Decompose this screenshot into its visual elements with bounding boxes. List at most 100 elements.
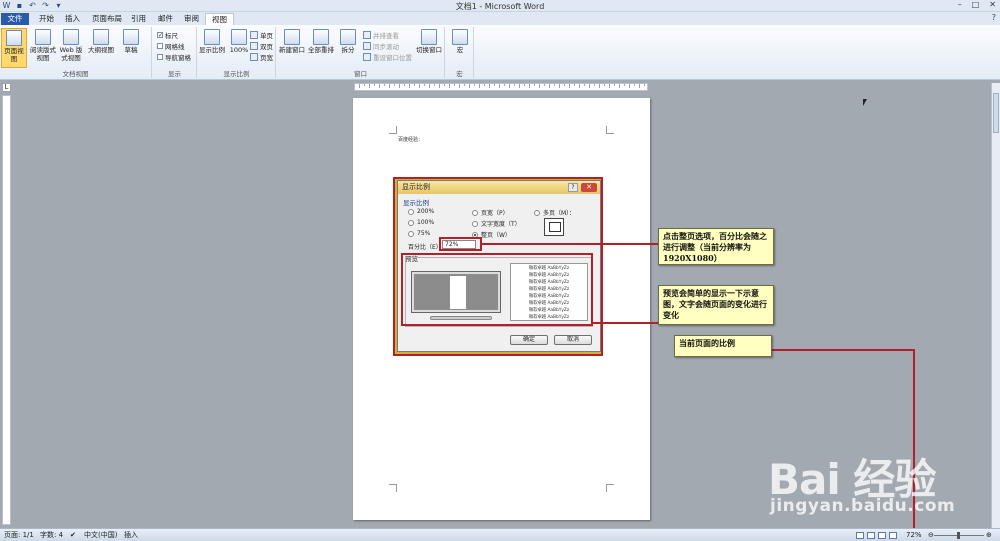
zoom-100-button[interactable]: 100%: [226, 28, 252, 54]
ruler-tick: [389, 84, 390, 88]
ruler-tick: [559, 84, 560, 88]
tab-file[interactable]: 文件: [1, 13, 29, 25]
crop-mark: [606, 484, 614, 492]
ruler-tick: [639, 84, 640, 88]
ruler-tick: [644, 84, 645, 86]
ribbon: 页面视图 阅读版式视图 Web 版式视图 大纲视图 草稿 文档视图 ✓ 标尺 网格…: [0, 25, 1000, 80]
word-count[interactable]: 字数: 4: [40, 529, 63, 541]
navigation-pane-checkbox[interactable]: 导航窗格: [157, 52, 191, 62]
ruler-tick: [429, 84, 430, 88]
vertical-scrollbar[interactable]: [991, 83, 1000, 528]
two-pages-button[interactable]: 双页: [250, 41, 273, 51]
tab-selector[interactable]: L: [2, 83, 11, 92]
ruler-tick: [519, 84, 520, 88]
ruler-tick: [569, 84, 570, 88]
outline-icon: [93, 29, 109, 45]
globe-icon: [63, 29, 79, 45]
watermark-url: jingyan.baidu.com: [770, 496, 956, 516]
one-page-button[interactable]: 单页: [250, 30, 273, 40]
outline-button[interactable]: 大纲视图: [88, 28, 114, 54]
reading-view-icon[interactable]: [867, 532, 875, 539]
reset-window-position-button[interactable]: 重设窗口位置: [363, 52, 412, 62]
magnifier-icon: [204, 29, 220, 45]
ruler-tick: [554, 84, 555, 86]
zoom-button[interactable]: 显示比例: [199, 28, 225, 54]
outline-view-icon[interactable]: [889, 532, 897, 539]
switch-windows-button[interactable]: 切换窗口: [415, 28, 443, 54]
tab-review[interactable]: 审阅: [178, 13, 205, 25]
help-icon[interactable]: ?: [992, 13, 996, 22]
close-button[interactable]: ✕: [989, 0, 996, 9]
synchronous-scrolling-button[interactable]: 同步滚动: [363, 41, 399, 51]
zoom-level[interactable]: 72%: [906, 529, 922, 541]
print-layout-icon: [6, 30, 22, 46]
zoom-out-icon[interactable]: ⊖: [928, 529, 934, 541]
tab-home[interactable]: 开始: [33, 13, 60, 25]
reading-layout-icon: [35, 29, 51, 45]
ruler-tick: [469, 84, 470, 88]
tab-view[interactable]: 视图: [205, 13, 234, 25]
tab-page-layout[interactable]: 页面布局: [86, 13, 128, 25]
ruler-tick: [449, 84, 450, 88]
ruler-tick: [629, 84, 630, 88]
ruler-tick: [409, 84, 410, 88]
percent-highlight-box: [439, 237, 482, 251]
ruler-tick: [594, 84, 595, 86]
group-document-views: 页面视图 阅读版式视图 Web 版式视图 大纲视图 草稿 文档视图: [0, 27, 152, 78]
print-layout-button[interactable]: 页面视图: [1, 28, 27, 68]
ruler-tick: [484, 84, 485, 86]
ruler-tick: [499, 84, 500, 88]
group-macros: 宏 宏: [446, 27, 474, 78]
group-label-zoom: 显示比例: [223, 70, 250, 78]
full-screen-reading-button[interactable]: 阅读版式视图: [30, 28, 56, 62]
tab-references[interactable]: 引用: [125, 13, 152, 25]
minimize-button[interactable]: –: [958, 0, 962, 9]
one-page-icon: [250, 31, 258, 39]
ruler-tick: [564, 84, 565, 86]
page-width-button[interactable]: 页宽: [250, 52, 273, 62]
tab-mailings[interactable]: 邮件: [152, 13, 179, 25]
ruler-tick: [589, 84, 590, 88]
ruler-checkbox[interactable]: ✓ 标尺: [157, 30, 178, 40]
macros-button[interactable]: 宏: [447, 28, 473, 54]
crop-mark: [606, 126, 614, 134]
ruler-tick: [434, 84, 435, 86]
new-window-button[interactable]: 新建窗口: [279, 28, 305, 54]
reset-window-icon: [363, 53, 371, 61]
connector-line: [482, 243, 658, 245]
proofing-icon[interactable]: ✔: [70, 529, 76, 541]
scrollbar-thumb[interactable]: [993, 93, 999, 133]
page-count[interactable]: 页面: 1/1: [4, 529, 34, 541]
page-width-icon: [250, 53, 258, 61]
zoom-in-icon[interactable]: ⊕: [986, 529, 992, 541]
draft-button[interactable]: 草稿: [118, 28, 144, 54]
vertical-ruler[interactable]: [2, 95, 11, 525]
arrange-all-button[interactable]: 全部重排: [308, 28, 334, 54]
group-label-show: 显示: [168, 70, 181, 78]
tab-insert[interactable]: 插入: [59, 13, 86, 25]
insert-mode[interactable]: 插入: [124, 529, 138, 541]
ruler-tick: [374, 84, 375, 86]
ruler-tick: [584, 84, 585, 86]
web-view-icon[interactable]: [878, 532, 886, 539]
draft-icon: [123, 29, 139, 45]
web-layout-button[interactable]: Web 版式视图: [58, 28, 84, 62]
ruler-tick: [494, 84, 495, 86]
connector-line: [772, 349, 915, 351]
ruler-tick: [574, 84, 575, 86]
callout-whole-page: 点击整页选项，百分比会随之进行调整（当前分辨率为1920X1080）: [658, 228, 774, 265]
group-zoom: 显示比例 100% 单页 双页 页宽 显示比例: [198, 27, 276, 78]
language[interactable]: 中文(中国): [84, 529, 117, 541]
group-label-window: 窗口: [354, 70, 367, 78]
ruler-tick: [414, 84, 415, 86]
maximize-button[interactable]: □: [972, 0, 980, 9]
split-button[interactable]: 拆分: [335, 28, 361, 54]
horizontal-ruler[interactable]: [354, 83, 648, 91]
group-label-document-views: 文档视图: [62, 70, 89, 78]
gridlines-checkbox[interactable]: 网格线: [157, 41, 185, 51]
group-label-macros: 宏: [456, 70, 463, 78]
print-layout-view-icon[interactable]: [856, 532, 864, 539]
zoom-slider-thumb[interactable]: [957, 532, 960, 539]
ruler-tick: [534, 84, 535, 86]
view-side-by-side-button[interactable]: 并排查看: [363, 30, 399, 40]
